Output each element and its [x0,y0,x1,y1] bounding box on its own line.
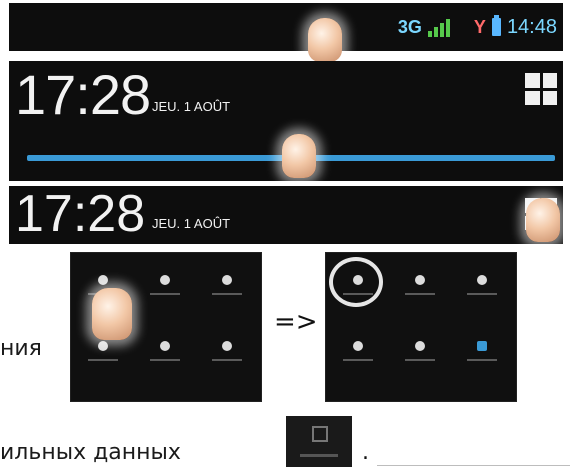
qs-tile [143,265,187,305]
panel-date: JEU. 1 AOÛT [152,99,231,114]
panel-clock: 17:28 [15,63,151,126]
divider [377,465,570,466]
finger-drag-icon [282,134,316,178]
battery-icon [491,15,501,36]
sim-icon: Y [473,16,486,37]
panel-clock-2: 17:28 [15,185,146,243]
signal-icon [427,17,450,37]
panel-date-2: JEU. 1 AOÛT [152,216,231,231]
status-icons: 3G Y 14:48 [398,3,557,51]
qs-tile [336,331,380,371]
finger-tap-icon-2 [526,198,560,242]
instruction-text-2: ильных данных [0,440,181,465]
instruction-text-1: ния [0,336,42,361]
qs-tile [205,331,249,371]
finger-tap-icon [308,18,342,62]
mobile-data-tile-icon [286,416,352,467]
quick-settings-icon[interactable] [525,73,557,105]
qs-tile [398,331,442,371]
status-bar[interactable]: 3G Y 14:48 [9,3,563,51]
network-type: 3G [397,16,422,37]
notification-panel-header-2: 17:28 JEU. 1 AOÛT [9,185,563,244]
arrow: => [274,307,318,337]
qs-tile [460,331,504,371]
qs-tile [398,265,442,305]
status-time: 14:48 [506,15,557,38]
finger-tap-icon-3 [92,288,132,340]
sentence-period: . [362,440,369,465]
qs-tile [143,331,187,371]
qs-tile [460,265,504,305]
highlight-circle [329,257,383,307]
qs-tile [205,265,249,305]
